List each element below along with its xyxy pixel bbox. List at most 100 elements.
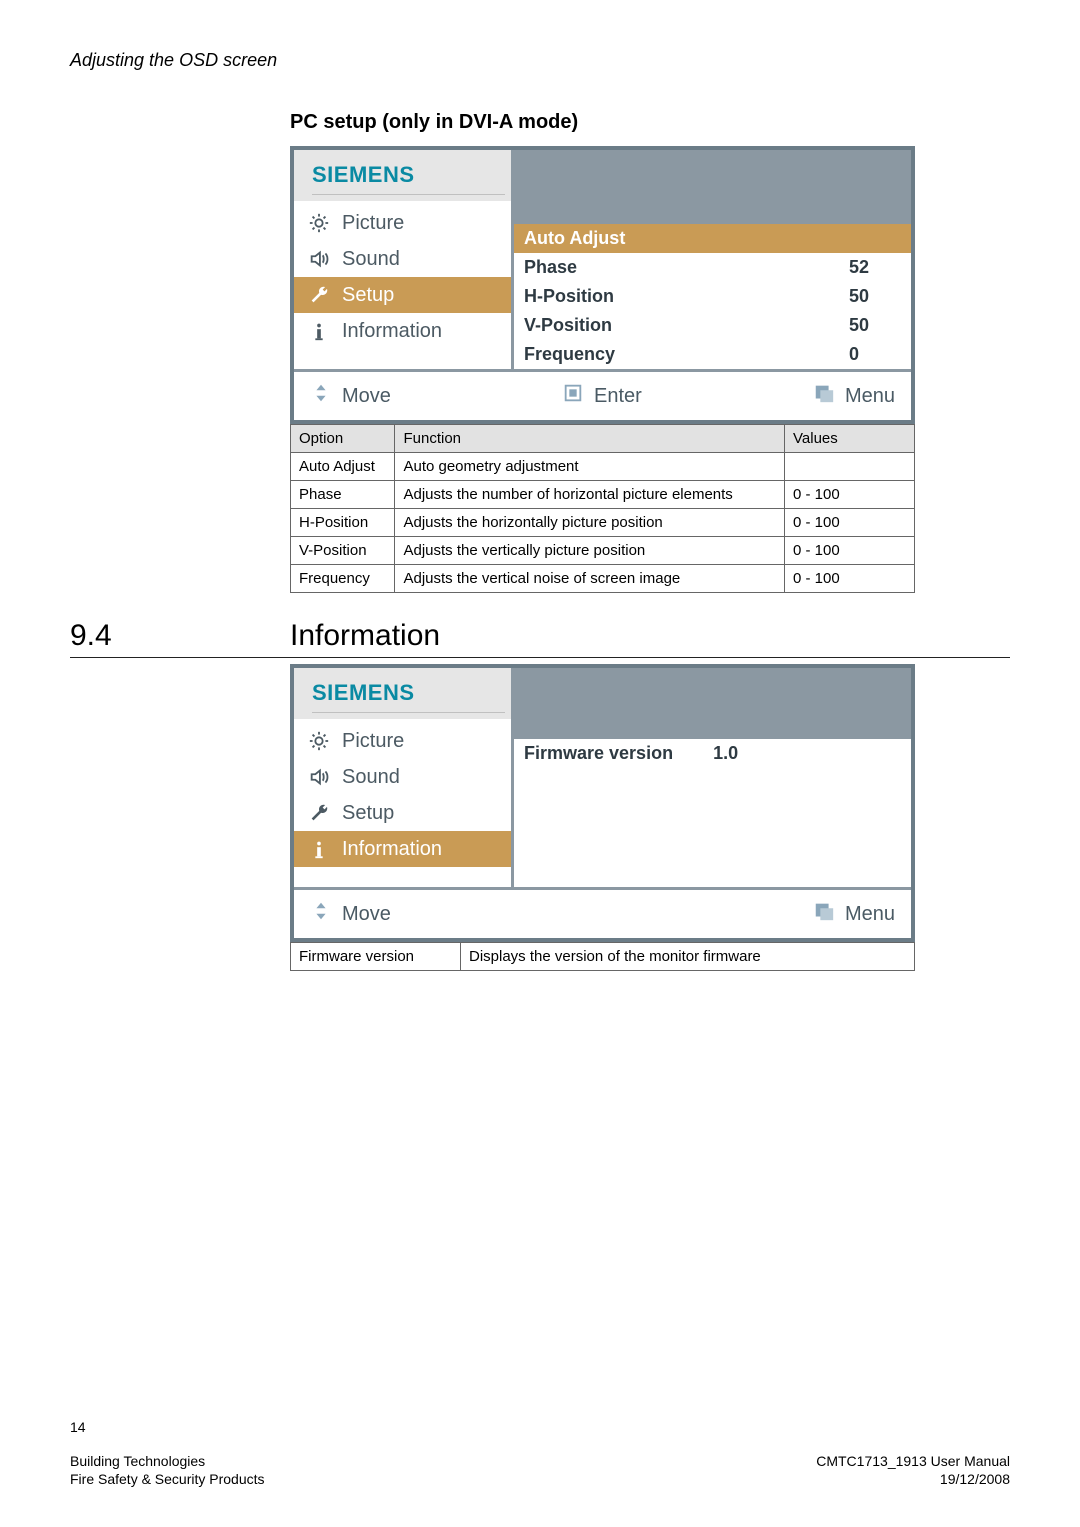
wrench-icon	[306, 801, 332, 825]
col-option: Option	[291, 425, 395, 453]
footer-enter: Enter	[562, 382, 642, 410]
info-value: 1.0	[713, 743, 738, 813]
osd-footer: Move Enter Menu	[294, 369, 911, 420]
setting-label: Frequency	[524, 344, 615, 365]
brightness-icon	[306, 729, 332, 753]
info-label: Firmware version	[524, 743, 673, 813]
table-row: V-PositionAdjusts the vertically picture…	[291, 537, 915, 565]
cell-function: Adjusts the horizontally picture positio…	[395, 509, 785, 537]
cell-function: Adjusts the vertically picture position	[395, 537, 785, 565]
subsection-title: PC setup (only in DVI-A mode)	[290, 111, 1010, 134]
cell-values: 0 - 100	[785, 565, 915, 593]
siemens-logo: SIEMENS	[312, 162, 505, 188]
cell-function: Adjusts the vertical noise of screen ima…	[395, 565, 785, 593]
table-row: Firmware version Displays the version of…	[291, 943, 915, 971]
cell-values: 0 - 100	[785, 509, 915, 537]
menu-label: Sound	[342, 248, 400, 271]
osd-settings-panel: Auto Adjust Phase 52 H-Position 50 V-Posit…	[514, 224, 911, 369]
footer-move: Move	[310, 900, 391, 928]
setting-phase[interactable]: Phase 52	[514, 253, 911, 282]
setting-v-position[interactable]: V-Position 50	[514, 311, 911, 340]
menu-label: Sound	[342, 766, 400, 789]
speaker-icon	[306, 247, 332, 271]
cell-option: Firmware version	[291, 943, 461, 971]
menu-item-setup[interactable]: Setup	[294, 795, 511, 831]
table-row: PhaseAdjusts the number of horizontal pi…	[291, 481, 915, 509]
brightness-icon	[306, 211, 332, 235]
cell-values	[785, 453, 915, 481]
cell-function: Displays the version of the monitor firm…	[461, 943, 915, 971]
menu-label: Setup	[342, 284, 394, 307]
section-number: 9.4	[70, 619, 230, 653]
menu-item-picture[interactable]: Picture	[294, 205, 511, 241]
footer-label: Enter	[594, 385, 642, 408]
page-header: Adjusting the OSD screen	[70, 50, 1010, 71]
setting-label: Phase	[524, 257, 577, 278]
information-options-table: Firmware version Displays the version of…	[290, 942, 915, 971]
section-title: Information	[290, 619, 440, 653]
footer-left-2: Fire Safety & Security Products	[70, 1471, 265, 1487]
menu-label: Setup	[342, 802, 394, 825]
footer-label: Menu	[845, 903, 895, 926]
setting-label: Auto Adjust	[524, 228, 625, 249]
info-firmware-row: Firmware version 1.0	[514, 739, 911, 817]
siemens-logo: SIEMENS	[312, 680, 505, 706]
footer-right-2: 19/12/2008	[940, 1471, 1010, 1487]
menu-item-picture[interactable]: Picture	[294, 723, 511, 759]
section-heading: 9.4 Information	[70, 619, 1010, 658]
setting-value	[849, 228, 897, 249]
arrows-icon	[310, 900, 332, 928]
menu-item-sound[interactable]: Sound	[294, 241, 511, 277]
osd-menu: Picture Sound Setup Information	[294, 201, 511, 369]
setting-value: 0	[849, 344, 897, 365]
cell-values: 0 - 100	[785, 481, 915, 509]
arrows-icon	[310, 382, 332, 410]
info-icon	[306, 319, 332, 343]
setup-options-table: Option Function Values Auto AdjustAuto g…	[290, 424, 915, 593]
col-function: Function	[395, 425, 785, 453]
cell-option: Auto Adjust	[291, 453, 395, 481]
cell-function: Adjusts the number of horizontal picture…	[395, 481, 785, 509]
menu-label: Picture	[342, 212, 404, 235]
menu-item-setup[interactable]: Setup	[294, 277, 511, 313]
setting-h-position[interactable]: H-Position 50	[514, 282, 911, 311]
enter-icon	[562, 382, 584, 410]
osd-title-bar	[514, 150, 911, 224]
cell-option: V-Position	[291, 537, 395, 565]
menu-icon	[813, 900, 835, 928]
table-row: H-PositionAdjusts the horizontally pictu…	[291, 509, 915, 537]
footer-menu: Menu	[813, 900, 895, 928]
footer-label: Menu	[845, 385, 895, 408]
setting-auto-adjust[interactable]: Auto Adjust	[514, 224, 911, 253]
speaker-icon	[306, 765, 332, 789]
page-number: 14	[70, 1419, 1010, 1435]
osd-menu: Picture Sound Setup Information	[294, 719, 511, 887]
menu-label: Information	[342, 320, 442, 343]
cell-option: H-Position	[291, 509, 395, 537]
footer-move: Move	[310, 382, 391, 410]
osd-footer: Move Menu	[294, 887, 911, 938]
osd-information-screenshot: SIEMENS Picture Sound Setup	[290, 664, 915, 942]
col-values: Values	[785, 425, 915, 453]
cell-values: 0 - 100	[785, 537, 915, 565]
footer-menu: Menu	[813, 382, 895, 410]
setting-value: 50	[849, 286, 897, 307]
setting-value: 50	[849, 315, 897, 336]
menu-item-information[interactable]: Information	[294, 831, 511, 867]
table-row: Auto AdjustAuto geometry adjustment	[291, 453, 915, 481]
page-footer: 14 Building Technologies CMTC1713_1913 U…	[70, 1419, 1010, 1487]
cell-option: Phase	[291, 481, 395, 509]
footer-label: Move	[342, 385, 391, 408]
setting-label: H-Position	[524, 286, 614, 307]
menu-icon	[813, 382, 835, 410]
setting-label: V-Position	[524, 315, 612, 336]
footer-right-1: CMTC1713_1913 User Manual	[816, 1453, 1010, 1469]
footer-left-1: Building Technologies	[70, 1453, 205, 1469]
osd-setup-screenshot: SIEMENS Picture Sound Setup	[290, 146, 915, 424]
menu-item-sound[interactable]: Sound	[294, 759, 511, 795]
footer-label: Move	[342, 903, 391, 926]
cell-option: Frequency	[291, 565, 395, 593]
setting-frequency[interactable]: Frequency 0	[514, 340, 911, 369]
menu-item-information[interactable]: Information	[294, 313, 511, 349]
setting-value: 52	[849, 257, 897, 278]
